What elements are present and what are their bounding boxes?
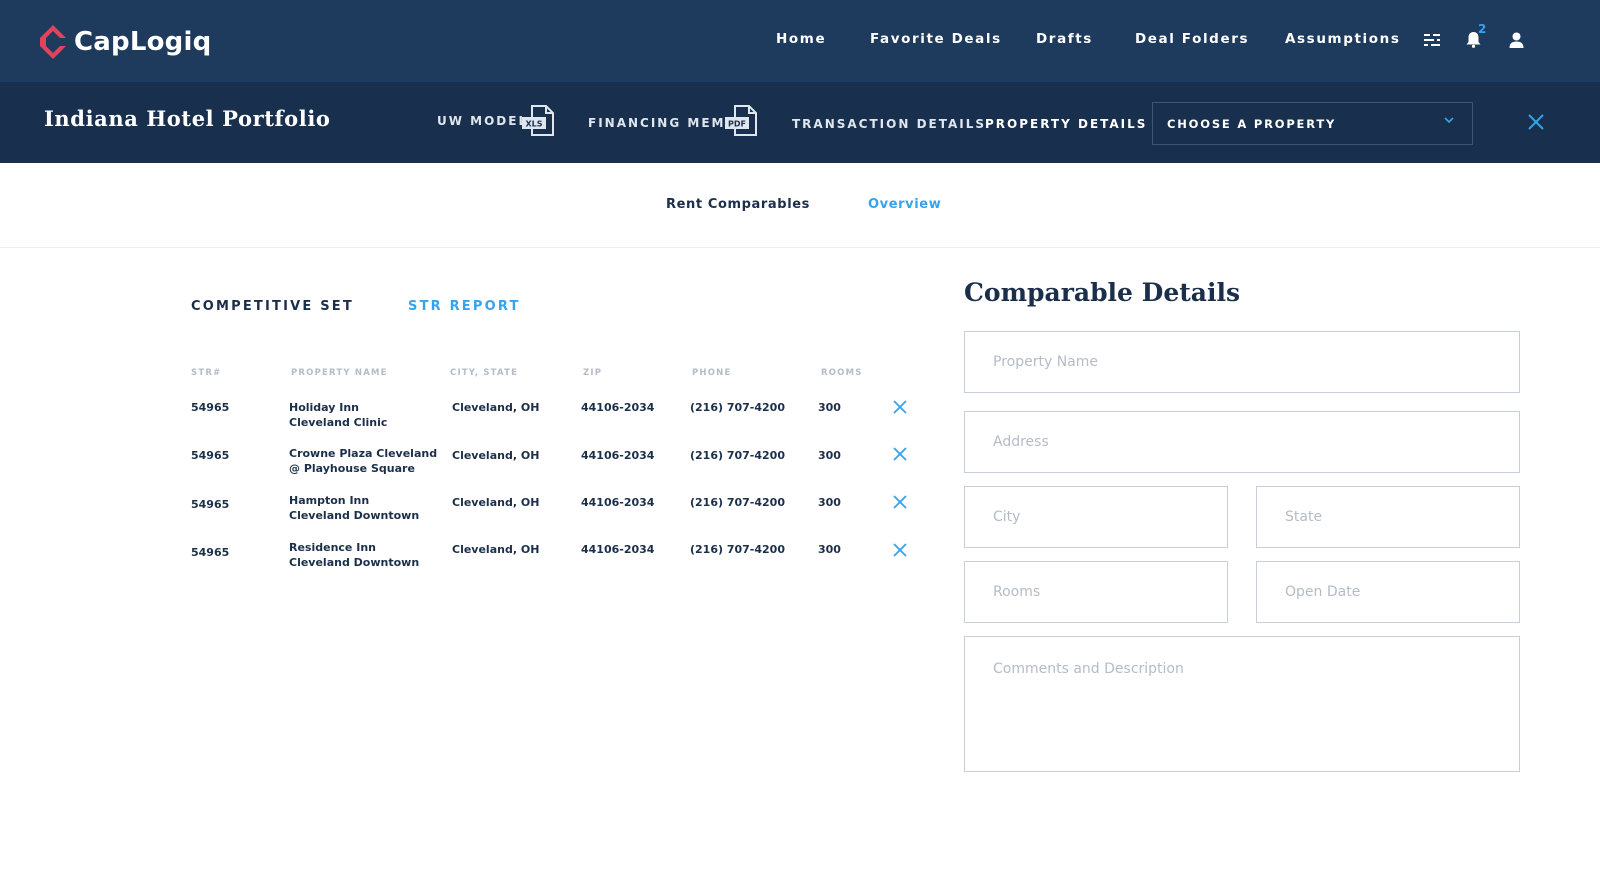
open-date-field[interactable] [1256,561,1520,623]
nav-favorite-deals[interactable]: Favorite Deals [870,31,1002,47]
column-header-phone: PHONE [692,368,732,378]
column-header-property-name: PROPERTY NAME [291,368,388,378]
tab-overview[interactable]: Overview [868,197,941,212]
remove-row-icon[interactable] [893,447,907,461]
cell-property-name: Hampton Inn [289,494,370,507]
nav-home[interactable]: Home [776,31,826,47]
cell-city-state: Cleveland, OH [452,543,540,556]
cell-phone: (216) 707-4200 [690,543,785,556]
column-header-rooms: ROOMS [821,368,863,378]
remove-row-icon[interactable] [893,400,907,414]
cell-rooms: 300 [818,543,841,556]
comparable-details-title: Comparable Details [964,278,1241,307]
remove-row-icon[interactable] [893,543,907,557]
column-header-str: STR# [191,368,222,378]
cell-str: 54965 [191,546,230,559]
chevron-down-icon [1444,117,1454,124]
transaction-details-link[interactable]: TRANSACTION DETAILS [792,117,986,131]
nav-drafts[interactable]: Drafts [1036,31,1093,47]
column-header-city-state: CITY, STATE [450,368,519,378]
top-navigation-bar: CapLogiq Home Favorite Deals Drafts Deal… [0,0,1600,82]
cell-rooms: 300 [818,449,841,462]
comments-description-field[interactable] [964,636,1520,772]
uw-model-link[interactable]: UW MODEL [437,114,528,128]
svg-text:XLS: XLS [525,120,542,129]
section-tabs: Rent Comparables Overview [0,163,1600,248]
cell-city-state: Cleveland, OH [452,496,540,509]
rooms-field[interactable] [964,561,1228,623]
cell-city-state: Cleveland, OH [452,449,540,462]
address-field[interactable] [964,411,1520,473]
tab-str-report[interactable]: STR REPORT [408,299,521,314]
xls-file-icon[interactable]: XLS [522,104,555,137]
cell-property-name: Residence Inn [289,541,376,554]
cell-str: 54965 [191,401,230,414]
user-icon[interactable] [1509,32,1524,48]
cell-city-state: Cleveland, OH [452,401,540,414]
property-select-value: CHOOSE A PROPERTY [1167,117,1337,131]
filter-list-icon[interactable] [1424,33,1440,47]
column-header-zip: ZIP [583,368,603,378]
city-field[interactable] [964,486,1228,548]
tab-competitive-set[interactable]: COMPETITIVE SET [191,299,354,314]
logo-text: CapLogiq [74,27,212,57]
notification-badge: 2 [1478,22,1487,36]
cell-str: 54965 [191,498,230,511]
cell-rooms: 300 [818,496,841,509]
cell-phone: (216) 707-4200 [690,401,785,414]
cell-zip: 44106-2034 [581,449,655,462]
close-icon[interactable] [1528,114,1544,130]
cell-str: 54965 [191,449,230,462]
remove-row-icon[interactable] [893,495,907,509]
svg-text:PDF: PDF [728,120,746,129]
cell-rooms: 300 [818,401,841,414]
property-select[interactable]: CHOOSE A PROPERTY [1152,102,1473,145]
cell-zip: 44106-2034 [581,543,655,556]
cell-property-name: Holiday Inn [289,401,360,414]
property-name-field[interactable] [964,331,1520,393]
deal-title: Indiana Hotel Portfolio [44,106,331,131]
pdf-file-icon[interactable]: PDF [725,104,758,137]
logo[interactable]: CapLogiq [40,24,211,60]
cell-phone: (216) 707-4200 [690,496,785,509]
nav-deal-folders[interactable]: Deal Folders [1135,31,1249,47]
deal-toolbar: Indiana Hotel Portfolio UW MODEL XLS FIN… [0,82,1600,163]
property-details-link[interactable]: PROPERTY DETAILS [985,117,1147,131]
cell-phone: (216) 707-4200 [690,449,785,462]
cell-zip: 44106-2034 [581,496,655,509]
cell-property-name: Crowne Plaza Cleveland [289,447,438,460]
cell-zip: 44106-2034 [581,401,655,414]
financing-memo-link[interactable]: FINANCING MEMO [588,116,738,130]
cell-property-name-line2: Cleveland Downtown [289,509,420,522]
caplogiq-logo-icon [40,25,66,59]
cell-property-name-line2: Cleveland Clinic [289,416,388,429]
cell-property-name-line2: Cleveland Downtown [289,556,420,569]
state-field[interactable] [1256,486,1520,548]
nav-assumptions[interactable]: Assumptions [1285,31,1400,47]
tab-rent-comparables[interactable]: Rent Comparables [666,197,810,212]
cell-property-name-line2: @ Playhouse Square [289,462,415,475]
